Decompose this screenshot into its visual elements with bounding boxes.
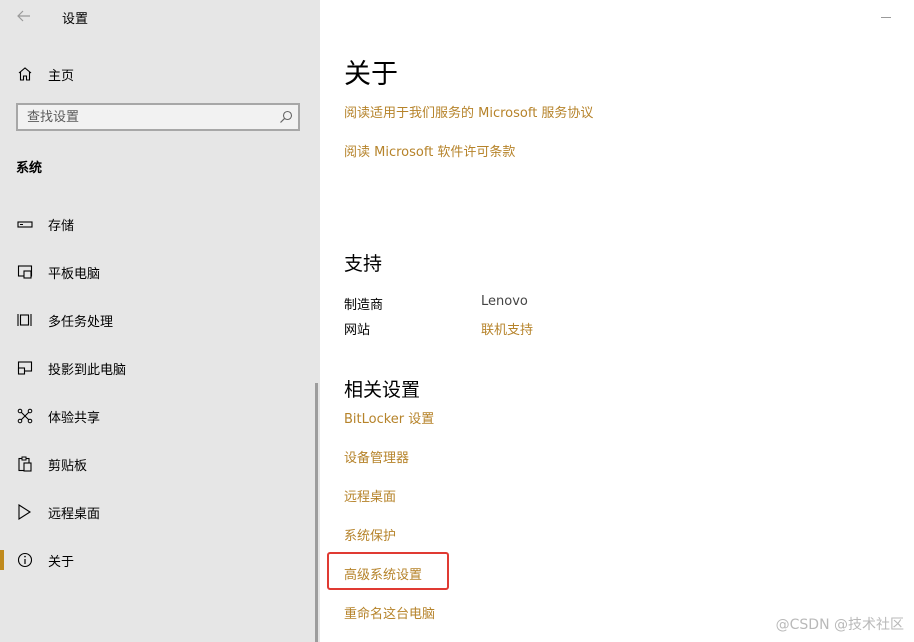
- minimize-icon[interactable]: [881, 17, 891, 18]
- manufacturer-value: Lenovo: [481, 294, 528, 309]
- sidebar-item-label: 存储: [48, 218, 75, 234]
- sidebar-item-label: 主页: [48, 68, 75, 84]
- back-arrow-icon: [17, 10, 30, 22]
- manufacturer-label: 制造商: [344, 298, 384, 313]
- sidebar-item-projection[interactable]: 投影到此电脑: [0, 344, 320, 392]
- services-agreement-link[interactable]: 阅读适用于我们服务的 Microsoft 服务协议: [344, 102, 593, 121]
- info-icon: [16, 551, 34, 569]
- search-input[interactable]: [18, 105, 298, 129]
- website-label: 网站: [344, 323, 371, 338]
- support-title: 支持: [344, 253, 383, 275]
- device-manager-link[interactable]: 设备管理器: [344, 447, 409, 466]
- watermark: @CSDN @技术社区: [775, 617, 904, 633]
- sidebar-item-clipboard[interactable]: 剪贴板: [0, 440, 320, 488]
- search-icon: [280, 110, 293, 123]
- remote-desktop-icon: [16, 503, 34, 521]
- clipboard-icon: [16, 455, 34, 473]
- home-icon: [16, 65, 34, 83]
- projection-icon: [16, 359, 34, 377]
- main-content: 关于 阅读适用于我们服务的 Microsoft 服务协议 阅读 Microsof…: [320, 0, 914, 642]
- sidebar-item-multitasking[interactable]: 多任务处理: [0, 296, 320, 344]
- search-box[interactable]: [16, 103, 300, 131]
- sidebar-item-label: 关于: [48, 554, 75, 570]
- sidebar-item-remote-desktop[interactable]: 远程桌面: [0, 488, 320, 536]
- remote-desktop-link[interactable]: 远程桌面: [344, 486, 396, 505]
- app-title: 设置: [62, 12, 89, 27]
- sidebar-item-label: 投影到此电脑: [48, 362, 127, 378]
- tablet-icon: [16, 263, 34, 281]
- sidebar-item-shared-experiences[interactable]: 体验共享: [0, 392, 320, 440]
- back-button[interactable]: [12, 4, 36, 28]
- sidebar-item-label: 体验共享: [48, 410, 101, 426]
- sidebar-item-label: 平板电脑: [48, 266, 101, 282]
- sidebar-item-label: 多任务处理: [48, 314, 114, 330]
- online-support-link[interactable]: 联机支持: [481, 319, 533, 338]
- related-settings-title: 相关设置: [344, 379, 421, 401]
- bitlocker-settings-link[interactable]: BitLocker 设置: [344, 408, 434, 427]
- sidebar-nav: 存储 平板电脑 多任务处理 投影到此电脑 体验共享 剪贴板 远程桌面 关于: [0, 200, 320, 584]
- license-terms-link[interactable]: 阅读 Microsoft 软件许可条款: [344, 141, 515, 160]
- system-protection-link[interactable]: 系统保护: [344, 525, 396, 544]
- storage-icon: [16, 215, 34, 233]
- advanced-system-settings-link[interactable]: 高级系统设置: [344, 564, 422, 583]
- page-title: 关于: [344, 59, 398, 90]
- sidebar-item-label: 剪贴板: [48, 458, 88, 474]
- sidebar-item-home[interactable]: 主页: [0, 58, 320, 90]
- rename-pc-link[interactable]: 重命名这台电脑: [344, 603, 435, 622]
- sidebar-item-storage[interactable]: 存储: [0, 200, 320, 248]
- shared-experiences-icon: [16, 407, 34, 425]
- section-heading: 系统: [16, 161, 43, 176]
- sidebar-item-about[interactable]: 关于: [0, 536, 320, 584]
- sidebar: 设置 主页 系统 存储 平板电脑: [0, 0, 320, 642]
- sidebar-item-label: 远程桌面: [48, 506, 101, 522]
- multitasking-icon: [16, 311, 34, 329]
- sidebar-scrollbar[interactable]: [315, 383, 318, 642]
- sidebar-item-tablet[interactable]: 平板电脑: [0, 248, 320, 296]
- title-bar: 设置: [0, 0, 320, 34]
